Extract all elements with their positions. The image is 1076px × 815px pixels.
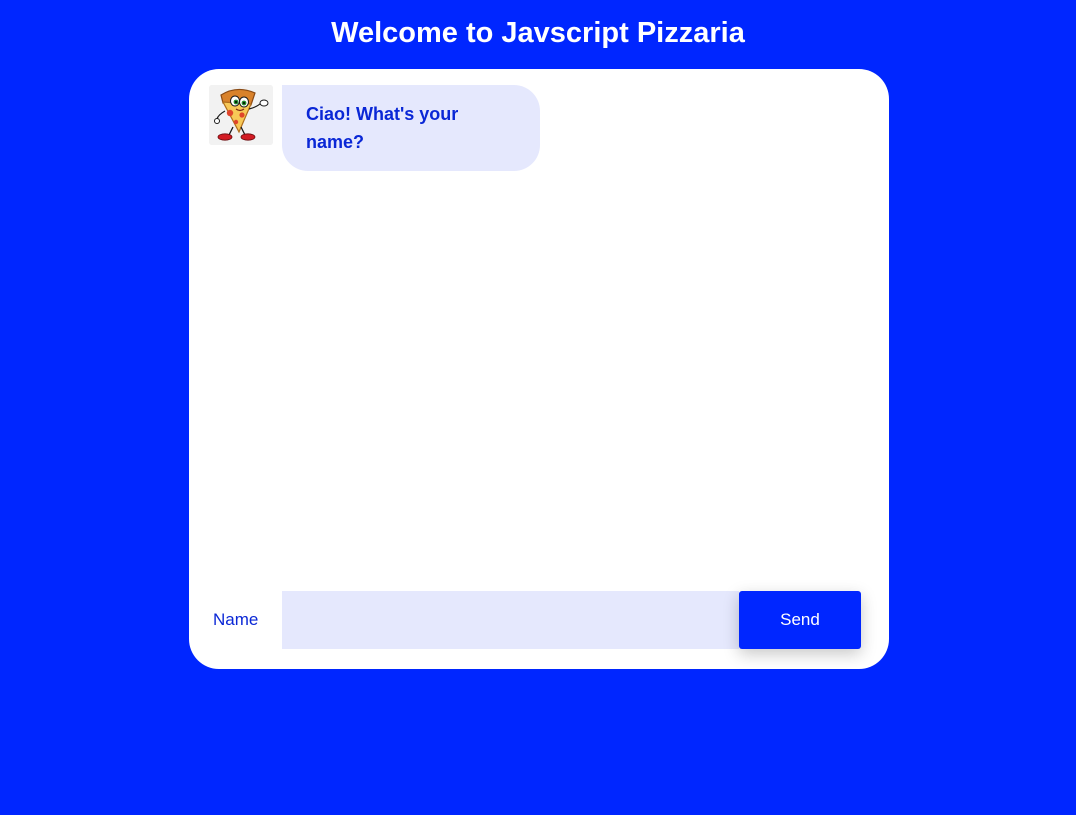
chat-window: Ciao! What's your name? Name Send [189,69,889,669]
name-form: Name Send [213,591,861,649]
message-bubble: Ciao! What's your name? [282,85,540,171]
send-button[interactable]: Send [739,591,861,649]
name-label: Name [213,610,259,629]
name-input[interactable] [282,591,739,649]
bot-message: Ciao! What's your name? [209,85,540,171]
page-title: Welcome to Javscript Pizzaria [331,17,745,49]
pizza-mascot-icon [209,85,273,145]
